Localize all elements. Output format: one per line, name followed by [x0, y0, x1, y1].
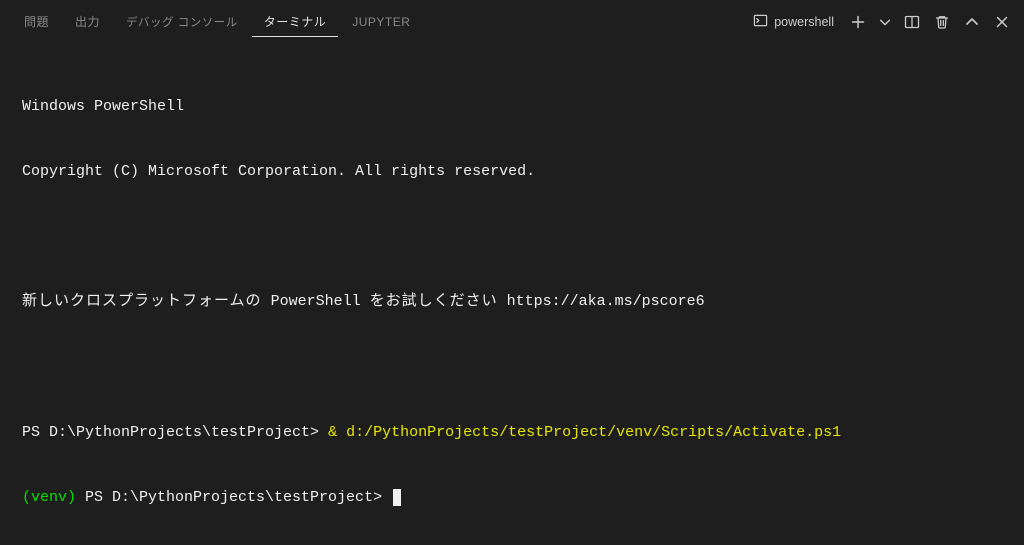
- text-segment: をお試しください: [370, 293, 498, 310]
- tab-debug-console[interactable]: デバッグ コンソール: [114, 8, 250, 37]
- panel-tabs: 問題 出力 デバッグ コンソール ターミナル JUPYTER: [12, 7, 422, 37]
- tab-output[interactable]: 出力: [63, 7, 112, 37]
- terminal-line: 新しいクロスプラットフォームの PowerShell をお試しください http…: [22, 291, 1002, 313]
- tab-jupyter[interactable]: JUPYTER: [340, 9, 422, 36]
- text-segment: PowerShell: [262, 293, 370, 310]
- terminal-blank-line: [22, 226, 1002, 248]
- terminal-line: Copyright (C) Microsoft Corporation. All…: [22, 161, 1002, 183]
- split-terminal-button[interactable]: [902, 12, 922, 32]
- maximize-panel-button[interactable]: [962, 12, 982, 32]
- terminal-body[interactable]: Windows PowerShell Copyright (C) Microso…: [0, 38, 1024, 545]
- close-panel-button[interactable]: [992, 12, 1012, 32]
- terminal-line: (venv) PS D:\PythonProjects\testProject>: [22, 487, 1002, 509]
- panel-header: 問題 出力 デバッグ コンソール ターミナル JUPYTER powershel…: [0, 0, 1024, 38]
- text-segment: 新しいクロスプラットフォームの: [22, 293, 262, 310]
- terminal-profile-badge[interactable]: powershell: [749, 11, 838, 33]
- text-segment: https://aka.ms/pscore6: [498, 293, 705, 310]
- prompt-path: PS D:\PythonProjects\testProject>: [22, 424, 328, 441]
- venv-indicator: (venv): [22, 489, 76, 506]
- terminal-blank-line: [22, 357, 1002, 379]
- shell-name-label: powershell: [774, 15, 834, 29]
- kill-terminal-button[interactable]: [932, 12, 952, 32]
- terminal-line: Windows PowerShell: [22, 96, 1002, 118]
- new-terminal-button[interactable]: [848, 12, 868, 32]
- prompt-path: PS D:\PythonProjects\testProject>: [76, 489, 391, 506]
- command-amp: &: [328, 424, 346, 441]
- terminal-cursor: [393, 489, 401, 506]
- command-text: d:/PythonProjects/testProject/venv/Scrip…: [346, 424, 841, 441]
- tab-terminal[interactable]: ターミナル: [252, 7, 339, 37]
- terminal-launch-profile-dropdown[interactable]: [878, 12, 892, 32]
- terminal-toolbar: powershell: [749, 11, 1012, 33]
- terminal-line: PS D:\PythonProjects\testProject> & d:/P…: [22, 422, 1002, 444]
- tab-problems[interactable]: 問題: [12, 7, 61, 37]
- shell-icon: [753, 13, 768, 31]
